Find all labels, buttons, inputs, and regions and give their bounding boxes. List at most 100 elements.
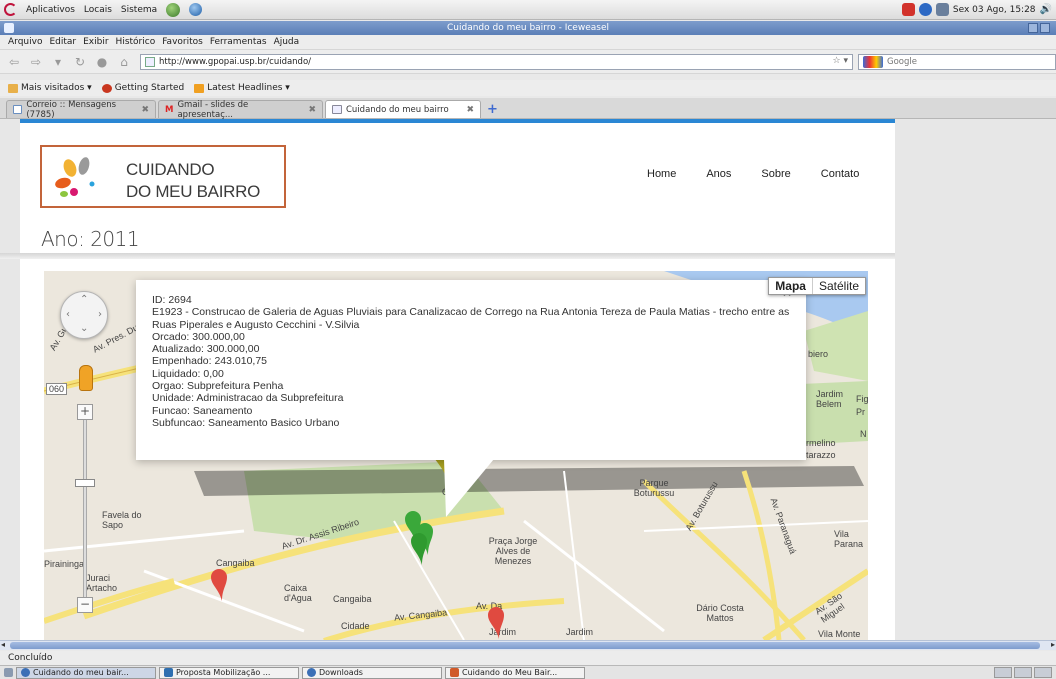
pan-up-icon[interactable]: ⌃ [80, 294, 88, 305]
info-atualizado: Atualizado: 300.000,00 [152, 343, 260, 356]
debian-logo-icon[interactable] [4, 3, 17, 16]
tab-bar: Correio :: Mensagens (7785) ✖ M Gmail - … [0, 98, 1056, 120]
zoom-slider-track[interactable] [83, 412, 87, 612]
info-liquidado: Liquidado: 0,00 [152, 367, 224, 380]
task-cuidando-browser[interactable]: Cuidando do meu bair... [16, 666, 156, 679]
menu-view[interactable]: Exibir [83, 37, 108, 47]
info-unidade: Unidade: Administracao da Subprefeitura [152, 392, 344, 405]
info-window: ✕ ID: 2694 E1923 - Construcao de Galeria… [136, 280, 806, 460]
iceweasel-icon [307, 668, 316, 677]
volume-icon[interactable]: 🔊 [1040, 4, 1052, 15]
search-engine-icon[interactable] [863, 56, 883, 68]
window-title: Cuidando do meu bairro - Iceweasel [447, 23, 609, 33]
site-logo[interactable]: CUIDANDO DO MEU BAIRRO [40, 145, 286, 208]
map-type-map-button[interactable]: Mapa [769, 278, 813, 294]
workspace-3[interactable] [1034, 667, 1052, 678]
browser-launcher-icon[interactable] [189, 3, 203, 16]
show-desktop-icon[interactable] [4, 668, 13, 677]
page-title: Ano: 2011 [41, 227, 140, 251]
forward-icon[interactable]: ⇨ [28, 54, 44, 70]
task-label: Downloads [319, 668, 363, 677]
marker-red-2[interactable] [488, 607, 504, 639]
site-identity-icon[interactable] [145, 57, 155, 67]
url-bar[interactable]: http://www.gpopai.usp.br/cuidando/ ☆ ▾ [140, 54, 853, 70]
tab-cuidando[interactable]: Cuidando do meu bairro ✖ [325, 100, 481, 118]
scroll-right-icon[interactable]: ▸ [1051, 640, 1055, 649]
zoom-slider-handle[interactable] [75, 479, 95, 487]
nav-contato[interactable]: Contato [821, 168, 860, 180]
menu-places[interactable]: Locais [84, 5, 112, 15]
search-box[interactable] [858, 54, 1056, 70]
back-icon[interactable]: ⇦ [6, 54, 22, 70]
nav-sobre[interactable]: Sobre [761, 168, 790, 180]
menu-tools[interactable]: Ferramentas [210, 37, 267, 47]
bookmark-getting-started[interactable]: Getting Started [101, 83, 184, 93]
horizontal-scrollbar[interactable]: ◂ ▸ [0, 640, 1056, 650]
nav-anos[interactable]: Anos [706, 168, 731, 180]
pan-control[interactable]: ⌃ ‹ › ⌄ [60, 291, 108, 339]
bookmark-latest-headlines[interactable]: Latest Headlines ▾ [194, 83, 290, 93]
menu-applications[interactable]: Aplicativos [26, 5, 75, 15]
minimize-button[interactable] [1028, 23, 1038, 33]
close-tab-icon[interactable]: ✖ [466, 105, 474, 115]
window-titlebar[interactable]: Cuidando do meu bairro - Iceweasel [0, 21, 1056, 35]
street-view-pegman-icon[interactable] [79, 365, 93, 391]
info-window-tail [444, 459, 494, 517]
update-notifier-icon[interactable] [901, 3, 915, 16]
task-cuidando-presentation[interactable]: Cuidando do Meu Bair... [445, 666, 585, 679]
close-tab-icon[interactable]: ✖ [308, 105, 316, 115]
help-icon[interactable] [166, 2, 181, 17]
site-nav: Home Anos Sobre Contato [647, 168, 859, 180]
menu-file[interactable]: Arquivo [8, 37, 42, 47]
info-description: E1923 - Construcao de Galeria de Aguas P… [152, 306, 790, 331]
accessibility-icon[interactable] [918, 3, 932, 16]
pan-left-icon[interactable]: ‹ [66, 309, 70, 320]
maximize-button[interactable] [1040, 23, 1050, 33]
url-text[interactable]: http://www.gpopai.usp.br/cuidando/ [159, 57, 311, 67]
task-downloads[interactable]: Downloads [302, 666, 442, 679]
info-subfuncao: Subfuncao: Saneamento Basico Urbano [152, 416, 340, 429]
menu-history[interactable]: Histórico [116, 37, 156, 47]
window-menu-icon[interactable] [4, 23, 14, 33]
workspace-switcher[interactable] [994, 667, 1052, 678]
marker-green-3[interactable] [411, 533, 427, 565]
home-icon[interactable]: ⌂ [116, 54, 132, 70]
zoom-in-button[interactable]: + [77, 404, 93, 420]
logo-line-2: DO MEU BAIRRO [126, 182, 261, 201]
map-type-control: Mapa Satélite [768, 277, 866, 295]
stop-icon[interactable]: ● [94, 54, 110, 70]
bookmarks-toolbar: Mais visitados ▾ Getting Started Latest … [0, 80, 1056, 96]
search-input[interactable] [887, 57, 1027, 67]
gmail-icon: M [165, 104, 174, 115]
menu-bookmarks[interactable]: Favoritos [162, 37, 203, 47]
tab-gmail[interactable]: M Gmail - slides de apresentaç... ✖ [158, 100, 323, 120]
map[interactable]: Av. Pres. Dutra Av. Gua 060 Favela do Sa… [44, 271, 868, 640]
marker-red-1[interactable] [211, 569, 227, 601]
map-type-satellite-button[interactable]: Satélite [813, 278, 865, 294]
bookmark-most-visited[interactable]: Mais visitados ▾ [8, 83, 92, 93]
pan-right-icon[interactable]: › [98, 309, 102, 320]
reload-icon[interactable]: ↻ [72, 54, 88, 70]
pan-down-icon[interactable]: ⌄ [80, 323, 88, 334]
tab-correio[interactable]: Correio :: Mensagens (7785) ✖ [6, 100, 156, 120]
nav-home[interactable]: Home [647, 168, 676, 180]
new-tab-button[interactable]: + [487, 102, 498, 118]
scroll-left-icon[interactable]: ◂ [1, 640, 5, 649]
firefox-icon [101, 83, 112, 93]
panel-clock[interactable]: Sex 03 Ago, 15:28 [953, 5, 1036, 15]
rss-icon [194, 83, 205, 93]
menu-system[interactable]: Sistema [121, 5, 157, 15]
menu-help[interactable]: Ajuda [274, 37, 300, 47]
task-proposta[interactable]: Proposta Mobilização ... [159, 666, 299, 679]
info-empenhado: Empenhado: 243.010,75 [152, 355, 268, 368]
scrollbar-thumb[interactable] [10, 642, 1040, 649]
history-dropdown-icon[interactable]: ▾ [50, 54, 66, 70]
workspace-2[interactable] [1014, 667, 1032, 678]
zoom-out-button[interactable]: − [77, 597, 93, 613]
network-icon[interactable] [935, 3, 949, 16]
logo-line-1: CUIDANDO [126, 160, 215, 179]
workspace-1[interactable] [994, 667, 1012, 678]
close-tab-icon[interactable]: ✖ [141, 105, 149, 115]
url-dropdown-icon[interactable]: ☆ ▾ [833, 56, 848, 66]
menu-edit[interactable]: Editar [49, 37, 76, 47]
